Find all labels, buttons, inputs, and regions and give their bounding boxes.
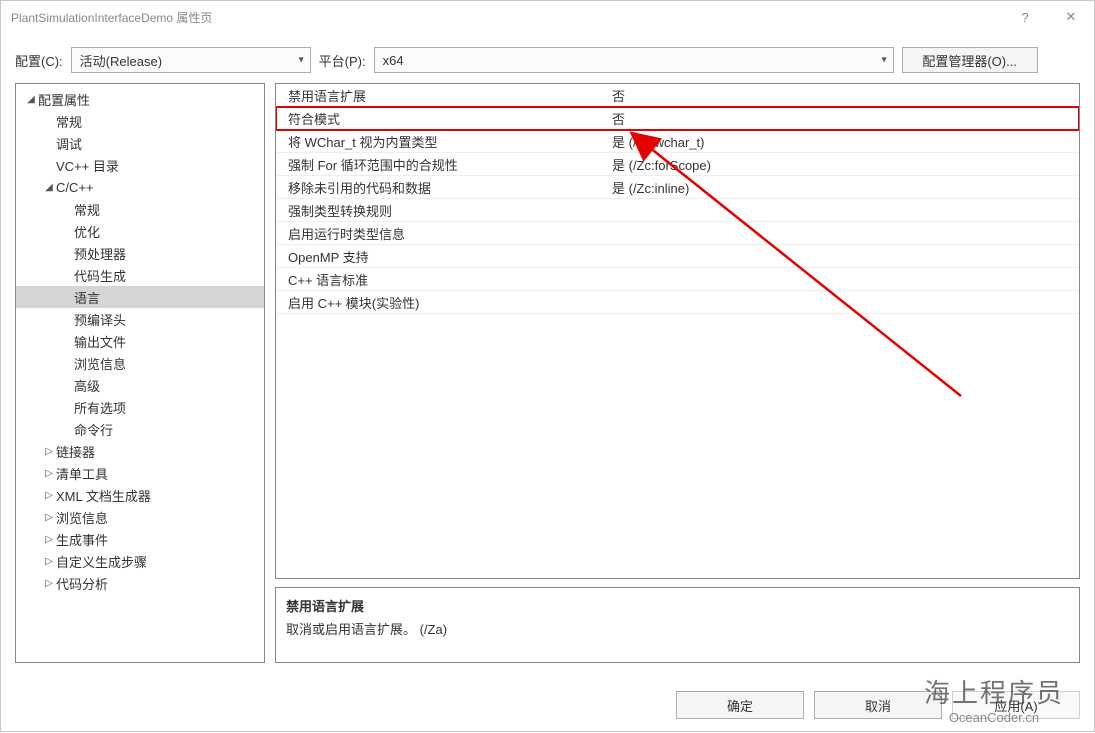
ok-button[interactable]: 确定 (676, 691, 804, 719)
grid-cell-name: 禁用语言扩展 (276, 86, 606, 105)
expander-open-icon[interactable]: ◢ (42, 182, 56, 193)
expander-closed-icon[interactable]: ▷ (42, 490, 56, 501)
grid-cell-value[interactable]: 是 (/Zc:wchar_t) (606, 132, 1079, 151)
tree-item-custombuild[interactable]: ▷自定义生成步骤 (16, 550, 264, 572)
expander-closed-icon[interactable]: ▷ (42, 512, 56, 523)
cancel-button[interactable]: 取消 (814, 691, 942, 719)
grid-row[interactable]: 移除未引用的代码和数据是 (/Zc:inline) (276, 176, 1079, 199)
tree-item-buildevents[interactable]: ▷生成事件 (16, 528, 264, 550)
tree-root[interactable]: ◢配置属性 (16, 88, 264, 110)
grid-cell-name: 符合模式 (276, 109, 606, 128)
right-column: 禁用语言扩展否符合模式否将 WChar_t 视为内置类型是 (/Zc:wchar… (275, 83, 1080, 663)
expander-closed-icon[interactable]: ▷ (42, 534, 56, 545)
expander-closed-icon[interactable]: ▷ (42, 446, 56, 457)
tree-item-codeanalysis[interactable]: ▷代码分析 (16, 572, 264, 594)
titlebar: PlantSimulationInterfaceDemo 属性页 ? ✕ (1, 1, 1094, 33)
tree-item-browseinfo[interactable]: ▷浏览信息 (16, 506, 264, 528)
tree-item-debug[interactable]: 调试 (16, 132, 264, 154)
tree-item-ccpp-codegen[interactable]: 代码生成 (16, 264, 264, 286)
chevron-down-icon: ▾ (882, 55, 887, 66)
grid-cell-value[interactable]: 否 (606, 86, 1079, 105)
grid-cell-name: 强制 For 循环范围中的合规性 (276, 155, 606, 174)
tree-item-ccpp-general[interactable]: 常规 (16, 198, 264, 220)
tree-item-ccpp-output[interactable]: 输出文件 (16, 330, 264, 352)
platform-value: x64 (383, 53, 404, 68)
config-label: 配置(C): (15, 51, 63, 70)
platform-select[interactable]: x64 ▾ (374, 47, 894, 73)
platform-label: 平台(P): (319, 51, 366, 70)
tree-item-manifest[interactable]: ▷清单工具 (16, 462, 264, 484)
grid-row[interactable]: 将 WChar_t 视为内置类型是 (/Zc:wchar_t) (276, 130, 1079, 153)
description-panel: 禁用语言扩展 取消或启用语言扩展。 (/Za) (275, 587, 1080, 663)
description-body: 取消或启用语言扩展。 (/Za) (286, 619, 1069, 638)
grid-cell-name: 将 WChar_t 视为内置类型 (276, 132, 606, 151)
tree-item-ccpp-language[interactable]: 语言 (16, 286, 264, 308)
grid-row[interactable]: 禁用语言扩展否 (276, 84, 1079, 107)
tree-item-linker[interactable]: ▷链接器 (16, 440, 264, 462)
config-manager-button[interactable]: 配置管理器(O)... (902, 47, 1038, 73)
grid-cell-value[interactable]: 是 (/Zc:forScope) (606, 155, 1079, 174)
tree-item-ccpp-cmdline[interactable]: 命令行 (16, 418, 264, 440)
tree-item-general[interactable]: 常规 (16, 110, 264, 132)
apply-button[interactable]: 应用(A) (952, 691, 1080, 719)
grid-cell-value[interactable]: 否 (606, 109, 1079, 128)
tree-item-ccpp-optimize[interactable]: 优化 (16, 220, 264, 242)
close-button[interactable]: ✕ (1048, 1, 1094, 33)
property-tree[interactable]: ◢配置属性 常规 调试 VC++ 目录 ◢C/C++ 常规 优化 预处理器 代码… (15, 83, 265, 663)
grid-cell-value[interactable]: 是 (/Zc:inline) (606, 178, 1079, 197)
expander-open-icon[interactable]: ◢ (24, 94, 38, 105)
config-strip: 配置(C): 活动(Release) ▾ 平台(P): x64 ▾ 配置管理器(… (1, 33, 1094, 83)
tree-item-ccpp-advanced[interactable]: 高级 (16, 374, 264, 396)
footer-buttons: 确定 取消 应用(A) (676, 691, 1080, 719)
grid-cell-name: 启用 C++ 模块(实验性) (276, 293, 606, 312)
grid-row[interactable]: 启用 C++ 模块(实验性) (276, 291, 1079, 314)
help-button[interactable]: ? (1002, 1, 1048, 33)
grid-cell-name: 启用运行时类型信息 (276, 224, 606, 243)
tree-item-ccpp[interactable]: ◢C/C++ (16, 176, 264, 198)
tree-item-ccpp-all[interactable]: 所有选项 (16, 396, 264, 418)
tree-item-ccpp-preproc[interactable]: 预处理器 (16, 242, 264, 264)
config-value: 活动(Release) (80, 51, 162, 70)
description-title: 禁用语言扩展 (286, 596, 1069, 615)
grid-row[interactable]: 启用运行时类型信息 (276, 222, 1079, 245)
grid-row[interactable]: OpenMP 支持 (276, 245, 1079, 268)
property-grid[interactable]: 禁用语言扩展否符合模式否将 WChar_t 视为内置类型是 (/Zc:wchar… (275, 83, 1080, 579)
tree-item-vcdirs[interactable]: VC++ 目录 (16, 154, 264, 176)
tree-item-ccpp-browse[interactable]: 浏览信息 (16, 352, 264, 374)
tree-item-ccpp-pch[interactable]: 预编译头 (16, 308, 264, 330)
grid-row[interactable]: C++ 语言标准 (276, 268, 1079, 291)
window-title: PlantSimulationInterfaceDemo 属性页 (11, 9, 1002, 26)
grid-row[interactable]: 强制 For 循环范围中的合规性是 (/Zc:forScope) (276, 153, 1079, 176)
expander-closed-icon[interactable]: ▷ (42, 468, 56, 479)
grid-row[interactable]: 符合模式否 (276, 107, 1079, 130)
grid-cell-name: 移除未引用的代码和数据 (276, 178, 606, 197)
grid-cell-name: OpenMP 支持 (276, 247, 606, 266)
tree-item-xmldoc[interactable]: ▷XML 文档生成器 (16, 484, 264, 506)
expander-closed-icon[interactable]: ▷ (42, 556, 56, 567)
main-area: ◢配置属性 常规 调试 VC++ 目录 ◢C/C++ 常规 优化 预处理器 代码… (1, 83, 1094, 663)
chevron-down-icon: ▾ (299, 55, 304, 66)
grid-row[interactable]: 强制类型转换规则 (276, 199, 1079, 222)
grid-cell-name: 强制类型转换规则 (276, 201, 606, 220)
config-select[interactable]: 活动(Release) ▾ (71, 47, 311, 73)
grid-cell-name: C++ 语言标准 (276, 270, 606, 289)
expander-closed-icon[interactable]: ▷ (42, 578, 56, 589)
